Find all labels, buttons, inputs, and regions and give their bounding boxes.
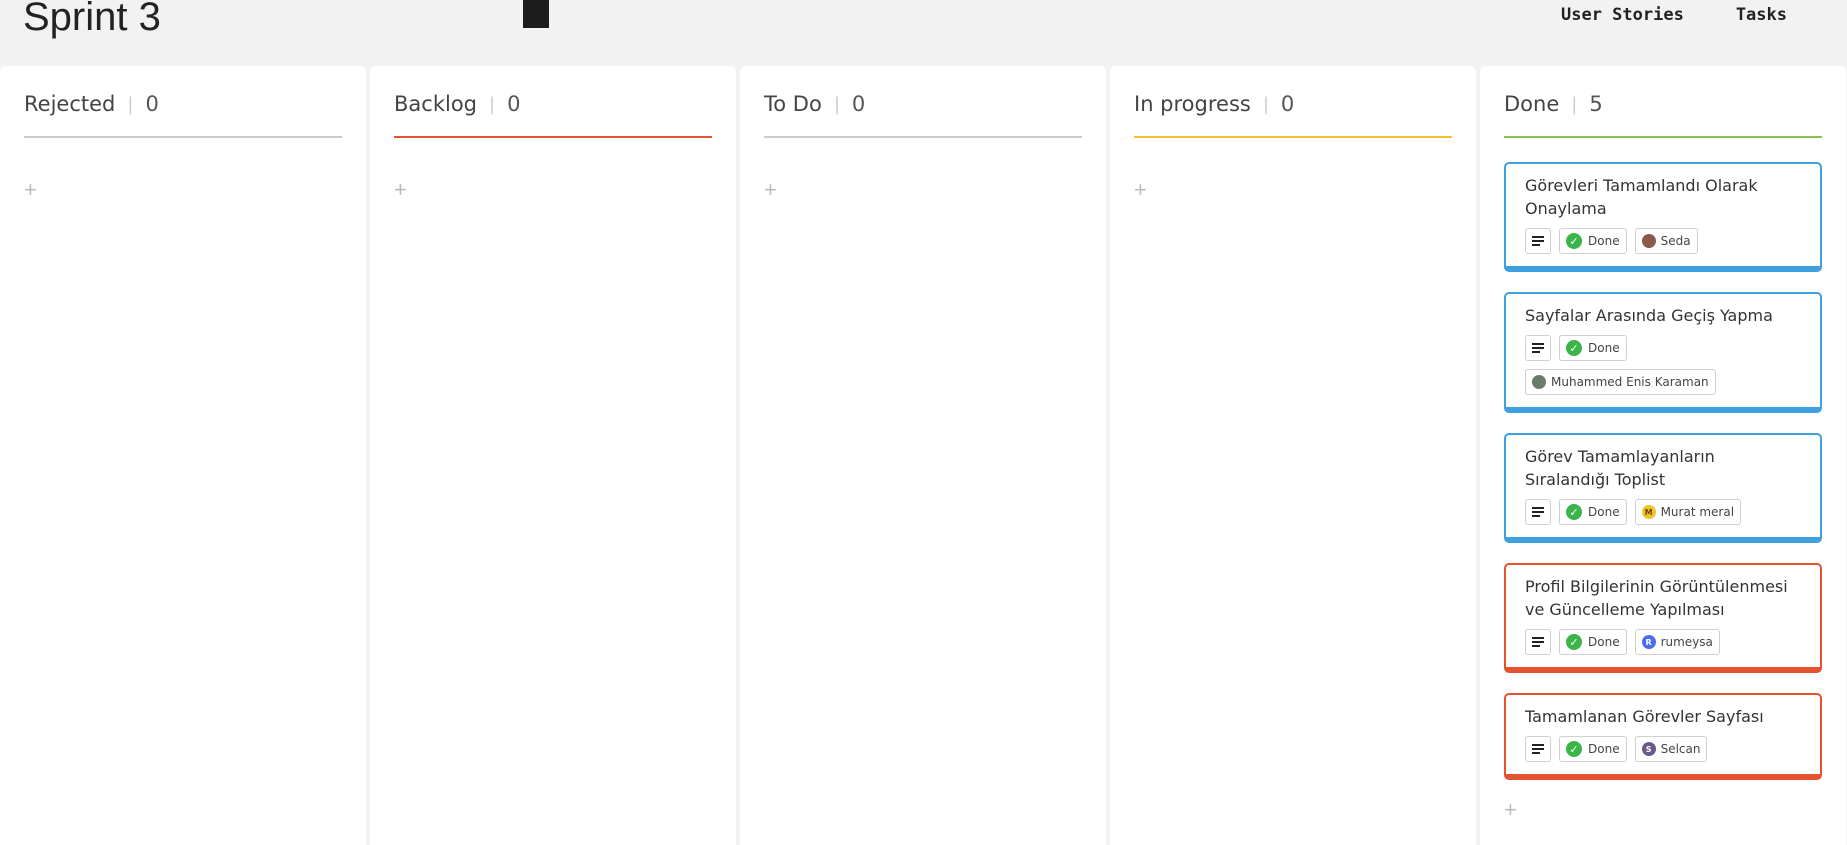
divider: | [1262, 93, 1269, 115]
add-card-button[interactable]: + [1134, 179, 1154, 201]
divider: | [1571, 93, 1578, 115]
description-icon[interactable] [1525, 499, 1551, 525]
user-story-card[interactable]: Görev Tamamlayanların Sıralandığı Toplis… [1504, 433, 1822, 543]
avatar [1532, 375, 1546, 389]
avatar: S [1641, 742, 1656, 756]
column-name: Done [1504, 92, 1560, 116]
column-header: In progress | 0 [1134, 66, 1452, 138]
column-name: Backlog [394, 92, 477, 116]
user-story-card[interactable]: Tamamlanan Görevler Sayfası ✓ Done S Selca… [1504, 693, 1822, 780]
status-label: Done [1588, 505, 1620, 519]
card-title: Profil Bilgilerinin Görüntülenmesi ve Gü… [1525, 577, 1788, 619]
card-title: Görevleri Tamamlandı Olarak Onaylama [1525, 176, 1758, 218]
page-title: Sprint 3 [23, 0, 161, 39]
card-tags: ✓ Done Muhammed Enis Karaman [1525, 335, 1802, 395]
check-icon: ✓ [1566, 634, 1582, 650]
description-icon[interactable] [1525, 736, 1551, 762]
black-block [523, 0, 549, 28]
assignee-tag[interactable]: M Murat meral [1634, 499, 1742, 525]
column-count: 5 [1589, 92, 1603, 116]
card-tags: ✓ Done M Murat meral [1525, 499, 1802, 525]
column-header: To Do | 0 [764, 66, 1082, 138]
add-card-button[interactable]: + [394, 179, 414, 201]
description-icon[interactable] [1525, 228, 1551, 254]
column-count: 0 [1280, 92, 1295, 116]
card-tags: ✓ Done Rrumeysa [1525, 629, 1802, 655]
status-tag[interactable]: ✓ Done [1559, 736, 1627, 762]
description-icon[interactable] [1525, 629, 1551, 655]
column-count: 0 [851, 92, 866, 116]
status-label: Done [1588, 742, 1620, 756]
card-title: Görev Tamamlayanların Sıralandığı Toplis… [1525, 447, 1715, 489]
card-tags: ✓ Done S Selcan [1525, 736, 1802, 762]
column-count: 0 [145, 92, 159, 116]
status-tag[interactable]: ✓ Done [1559, 499, 1627, 525]
assignee-name: Muhammed Enis Karaman [1551, 375, 1709, 389]
column-todo: To Do | 0 + [740, 66, 1106, 845]
assignee-name: Seda [1660, 234, 1691, 248]
nav-user-stories[interactable]: User Stories [1561, 5, 1684, 25]
column-rejected: Rejected | 0 + [0, 66, 366, 845]
assignee-tag[interactable]: S Selcan [1634, 736, 1708, 762]
column-name: To Do [764, 92, 822, 116]
assignee-name: Murat meral [1660, 505, 1735, 519]
user-story-card[interactable]: Sayfalar Arasında Geçiş Yapma ✓ Done Muha… [1504, 292, 1822, 413]
avatar: M [1641, 505, 1656, 519]
card-title: Sayfalar Arasında Geçiş Yapma [1525, 306, 1773, 325]
avatar: R [1641, 635, 1656, 649]
nav-tasks[interactable]: Tasks [1736, 5, 1787, 25]
column-header: Backlog | 0 [394, 66, 712, 138]
add-card-button[interactable]: + [24, 179, 44, 201]
column-name: Rejected [24, 92, 116, 116]
user-story-card[interactable]: Profil Bilgilerinin Görüntülenmesi ve Gü… [1504, 563, 1822, 673]
column-header: Rejected | 0 [24, 66, 342, 138]
description-icon[interactable] [1525, 335, 1551, 361]
check-icon: ✓ [1566, 504, 1582, 520]
assignee-name: Selcan [1660, 742, 1701, 756]
column-in-progress: In progress | 0 + [1110, 66, 1476, 845]
card-title: Tamamlanan Görevler Sayfası [1525, 707, 1764, 726]
column-done: Done | 5 Görevleri Tamamlandı Olarak Ona… [1480, 66, 1846, 845]
avatar [1641, 234, 1656, 248]
card-tags: ✓ Done Seda [1525, 228, 1802, 254]
add-card-button[interactable]: + [1504, 799, 1524, 821]
assignee-tag[interactable]: Muhammed Enis Karaman [1525, 369, 1716, 395]
top-nav: User Stories Tasks [1561, 5, 1787, 25]
assignee-tag[interactable]: Rrumeysa [1634, 629, 1720, 655]
column-header: Done | 5 [1504, 66, 1822, 138]
check-icon: ✓ [1566, 233, 1582, 249]
column-count: 0 [507, 92, 521, 116]
check-icon: ✓ [1566, 340, 1582, 356]
column-backlog: Backlog | 0 + [370, 66, 736, 845]
status-label: Done [1588, 234, 1620, 248]
card-list: Görevleri Tamamlandı Olarak Onaylama ✓ Do… [1504, 138, 1822, 780]
status-tag[interactable]: ✓ Done [1559, 629, 1627, 655]
status-label: Done [1588, 341, 1620, 355]
assignee-name: rumeysa [1660, 635, 1713, 649]
user-story-card[interactable]: Görevleri Tamamlandı Olarak Onaylama ✓ Do… [1504, 162, 1822, 272]
add-card-button[interactable]: + [764, 179, 784, 201]
column-name: In progress [1134, 92, 1251, 116]
divider: | [127, 93, 134, 115]
status-tag[interactable]: ✓ Done [1559, 228, 1627, 254]
assignee-tag[interactable]: Seda [1634, 228, 1698, 254]
kanban-board: Rejected | 0 + Backlog | 0 + To Do | 0 +… [0, 66, 1847, 845]
check-icon: ✓ [1566, 741, 1582, 757]
status-label: Done [1588, 635, 1620, 649]
divider: | [833, 93, 840, 115]
divider: | [489, 93, 496, 115]
status-tag[interactable]: ✓ Done [1559, 335, 1627, 361]
